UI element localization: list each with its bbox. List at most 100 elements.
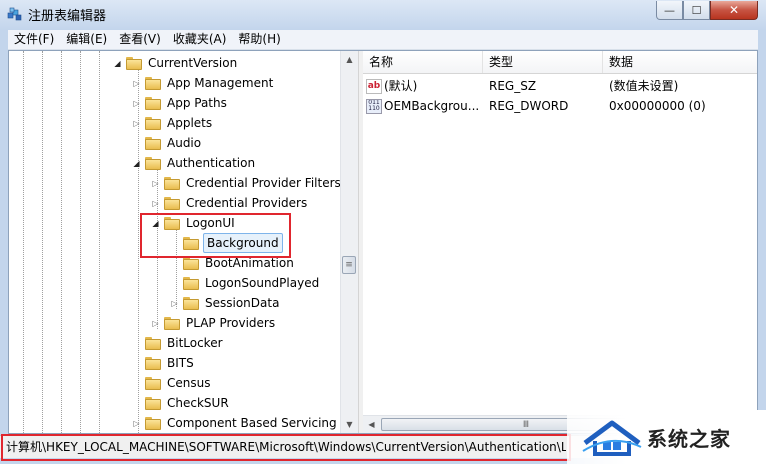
tree-node-label[interactable]: Audio (165, 134, 203, 152)
value-data: 0x00000000 (0) (609, 99, 706, 113)
tree-node[interactable]: ▷ SessionData (170, 293, 281, 313)
tree-node-label[interactable]: SessionData (203, 294, 281, 312)
value-name: OEMBackgrou... (384, 99, 480, 113)
scroll-down-arrow-icon[interactable]: ▼ (341, 416, 358, 433)
tree-node-label[interactable]: Credential Providers (184, 194, 309, 212)
tree-node-label[interactable]: App Paths (165, 94, 229, 112)
tree-node-label[interactable]: LogonSoundPlayed (203, 274, 321, 292)
folder-icon (145, 376, 161, 390)
menu-file[interactable]: 文件(F) (8, 30, 60, 49)
folder-icon (145, 396, 161, 410)
tree-node-label[interactable]: Census (165, 374, 212, 392)
folder-icon (183, 276, 199, 290)
expand-arrow-icon[interactable]: ▷ (151, 319, 160, 328)
tree-node[interactable]: ◢ Authentication (132, 153, 257, 173)
window-title: 注册表编辑器 (28, 9, 107, 24)
menu-help[interactable]: 帮助(H) (232, 30, 286, 49)
main-area: ◢ CurrentVersion ▷ App Management ▷ App Paths… (8, 50, 758, 434)
value-row[interactable]: 011 110 OEMBackgrou... REG_DWORD 0x0000000… (363, 96, 757, 116)
value-data: (数值未设置) (609, 79, 679, 93)
tree-node-label[interactable]: App Management (165, 74, 275, 92)
value-row[interactable]: ab (默认) REG_SZ (数值未设置) (363, 76, 757, 96)
column-data-header[interactable]: 数据 (603, 51, 757, 73)
tree-node[interactable]: Census (132, 373, 212, 393)
tree-node[interactable]: ▷ App Paths (132, 93, 229, 113)
expand-arrow-icon[interactable]: ▷ (170, 299, 179, 308)
scroll-up-arrow-icon[interactable]: ▲ (341, 51, 358, 68)
tree-node[interactable]: ▷ Component Based Servicing (132, 413, 339, 433)
tree-node-label[interactable]: Credential Provider Filters (184, 174, 343, 192)
value-name: (默认) (384, 79, 418, 93)
tree-node[interactable]: ▷ PLAP Providers (151, 313, 277, 333)
expand-arrow-icon[interactable]: ▷ (132, 419, 141, 428)
folder-icon (126, 56, 142, 70)
tree-node[interactable]: ▷ App Management (132, 73, 275, 93)
tree-node-label[interactable]: CheckSUR (165, 394, 231, 412)
folder-icon (145, 156, 161, 170)
house-logo-icon (582, 420, 642, 456)
highlight-box-logonui (140, 213, 291, 258)
tree-node[interactable]: ▷ Credential Providers (151, 193, 309, 213)
tree-node-label[interactable]: Component Based Servicing (165, 414, 339, 432)
folder-icon (145, 76, 161, 90)
minimize-button[interactable]: — (656, 1, 683, 20)
tree-node-label[interactable]: Authentication (165, 154, 257, 172)
folder-icon (164, 316, 180, 330)
watermark: 系统之家 (567, 410, 766, 464)
expand-arrow-icon[interactable]: ▷ (132, 119, 141, 128)
folder-icon (145, 116, 161, 130)
registry-editor-icon (7, 7, 22, 21)
value-type: REG_SZ (489, 79, 537, 93)
tree-guide-line (61, 51, 62, 433)
menu-edit[interactable]: 编辑(E) (60, 30, 113, 49)
tree-node-label[interactable]: CurrentVersion (146, 54, 239, 72)
column-name-header[interactable]: 名称 (363, 51, 483, 73)
values-list: 名称 类型 数据 ab (默认) REG_SZ (数值未设置) 011 110 OEM… (363, 51, 757, 433)
tree-node[interactable]: ◢ CurrentVersion (113, 53, 239, 73)
expand-arrow-icon[interactable]: ▷ (132, 99, 141, 108)
collapse-arrow-icon[interactable]: ◢ (113, 59, 122, 68)
tree-node[interactable]: ▷ Applets (132, 113, 214, 133)
tree-node-label[interactable]: BITS (165, 354, 196, 372)
maximize-button[interactable]: ☐ (683, 1, 710, 20)
folder-icon (164, 196, 180, 210)
expand-arrow-icon[interactable]: ▷ (151, 199, 160, 208)
expand-arrow-icon[interactable]: ▷ (132, 79, 141, 88)
expand-arrow-icon[interactable]: ▷ (151, 179, 160, 188)
value-type: REG_DWORD (489, 99, 569, 113)
scroll-left-arrow-icon[interactable]: ◀ (363, 416, 380, 433)
scroll-thumb[interactable]: ≡ (342, 256, 356, 274)
tree-node[interactable]: Audio (132, 133, 203, 153)
folder-icon (164, 176, 180, 190)
watermark-text: 系统之家 (647, 426, 731, 451)
tree-node-label[interactable]: Applets (165, 114, 214, 132)
highlight-box-path (1, 434, 571, 461)
tree-node[interactable]: BITS (132, 353, 196, 373)
folder-icon (145, 136, 161, 150)
tree-node[interactable]: ▷ Credential Provider Filters (151, 173, 343, 193)
string-value-icon: ab (366, 79, 382, 94)
folder-icon (145, 96, 161, 110)
tree-node[interactable]: CheckSUR (132, 393, 231, 413)
folder-icon (145, 416, 161, 430)
tree-node-label[interactable]: PLAP Providers (184, 314, 277, 332)
menu-favorites[interactable]: 收藏夹(A) (167, 30, 233, 49)
tree-node-label[interactable]: BitLocker (165, 334, 225, 352)
collapse-arrow-icon[interactable]: ◢ (132, 159, 141, 168)
tree-node[interactable]: BitLocker (132, 333, 225, 353)
tree-guide-line (42, 51, 43, 433)
tree-node[interactable]: LogonSoundPlayed (170, 273, 321, 293)
close-button[interactable]: ✕ (710, 1, 758, 20)
folder-icon (145, 336, 161, 350)
folder-icon (145, 356, 161, 370)
tree-guide-line (23, 51, 24, 433)
column-type-header[interactable]: 类型 (483, 51, 603, 73)
folder-icon (183, 256, 199, 270)
tree-vertical-scrollbar[interactable]: ▲ ≡ ▼ (340, 51, 358, 433)
menu-view[interactable]: 查看(V) (113, 30, 167, 49)
